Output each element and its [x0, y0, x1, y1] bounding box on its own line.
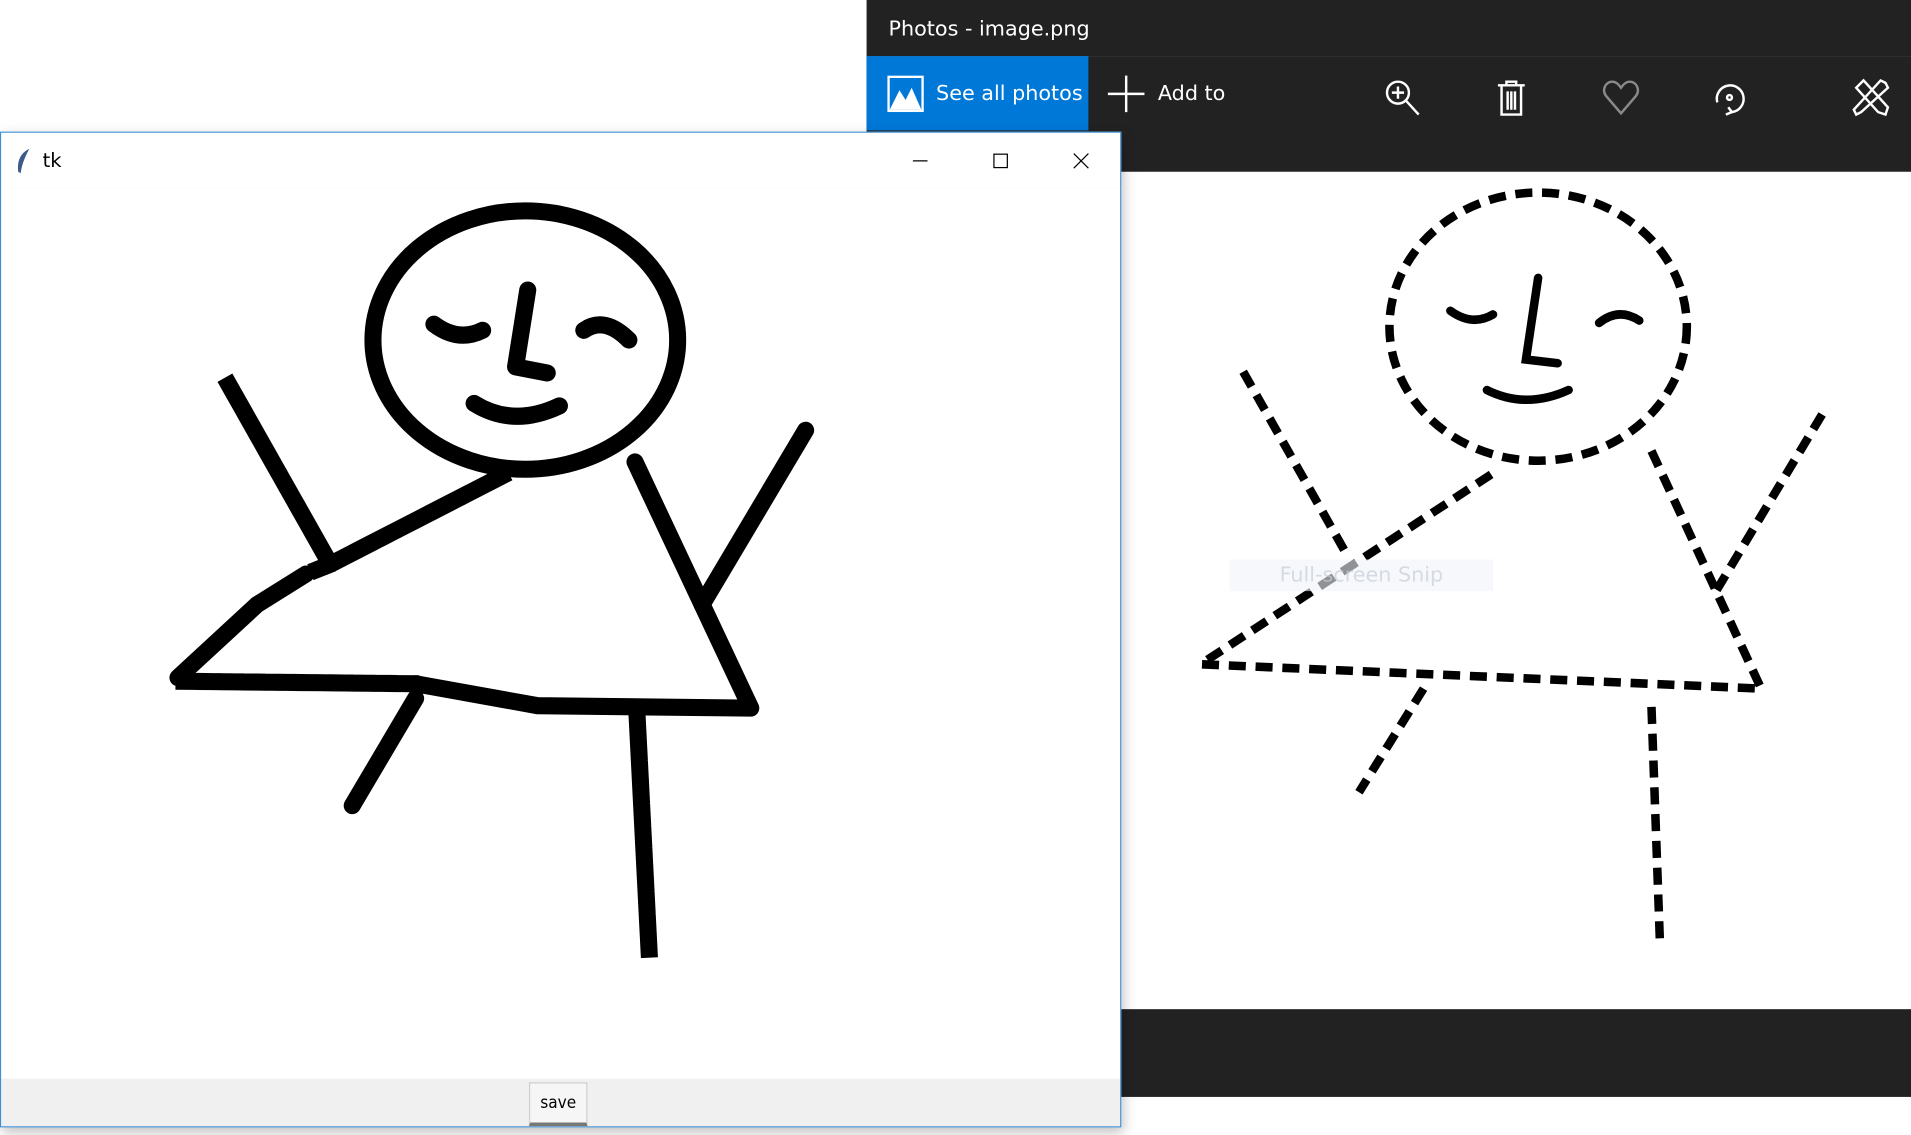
delete-icon[interactable] [1492, 78, 1531, 117]
right-eye [575, 316, 638, 349]
right-eye [1594, 310, 1644, 328]
maximize-button[interactable] [960, 133, 1040, 188]
stick-figure-drawing [169, 202, 815, 971]
see-all-photos-button[interactable]: See all photos [866, 56, 1089, 131]
tk-title-bar[interactable]: tk [1, 132, 1121, 189]
tk-button-bar: save [1, 1078, 1121, 1127]
photos-title: Photos - image.png [888, 17, 1090, 42]
nose [1521, 273, 1562, 368]
photo-gallery-icon [887, 74, 924, 112]
left-leg [1355, 686, 1428, 795]
full-screen-snip-overlay: Full-screen Snip [1229, 559, 1494, 592]
save-button[interactable]: save [528, 1082, 588, 1127]
right-leg [628, 713, 659, 971]
minimize-icon [912, 159, 928, 161]
mouth [465, 394, 568, 425]
right-arm [1708, 412, 1826, 600]
left-neck [169, 565, 315, 687]
tk-window: tk save [0, 131, 1122, 1128]
head [1385, 188, 1692, 465]
maximize-icon [993, 152, 1008, 168]
plus-icon [1107, 74, 1145, 112]
zoom-in-icon[interactable] [1383, 78, 1422, 117]
close-icon [1073, 152, 1089, 169]
right-arm [693, 421, 815, 614]
left-leg [343, 689, 425, 815]
mouth [1482, 385, 1573, 405]
left-arm [217, 373, 342, 576]
tk-title: tk [42, 148, 62, 172]
rotate-icon[interactable] [1710, 78, 1749, 117]
left-arm [1239, 369, 1351, 557]
drawing-canvas[interactable] [1, 187, 1121, 1079]
body-bottom [175, 672, 425, 693]
right-leg [1647, 706, 1665, 945]
see-all-photos-label: See all photos [936, 81, 1083, 106]
add-to-label: Add to [1157, 81, 1226, 106]
tk-feather-icon [17, 148, 30, 174]
left-eye [425, 315, 492, 344]
favorite-icon[interactable] [1602, 78, 1641, 117]
add-to-button[interactable]: Add to [1107, 56, 1226, 130]
left-eye [1446, 306, 1498, 324]
photos-title-bar: Photos - image.png [866, 0, 1911, 57]
nose [507, 281, 556, 382]
edit-icon[interactable] [1851, 78, 1890, 117]
minimize-button[interactable] [880, 133, 960, 188]
close-button[interactable] [1041, 133, 1121, 188]
